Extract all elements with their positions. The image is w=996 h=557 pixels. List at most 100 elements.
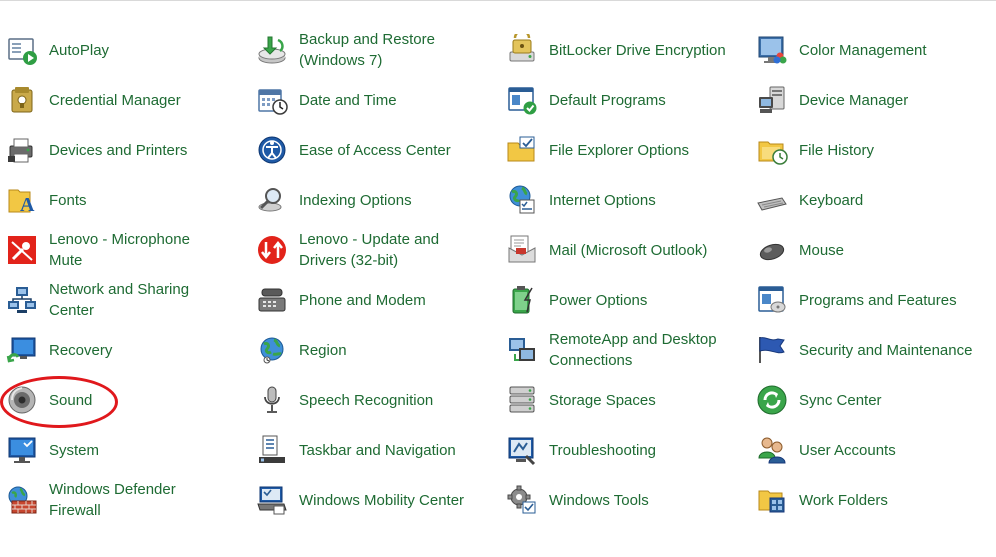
control-panel-item-lenovo-microphone-mute[interactable]: Lenovo - Microphone Mute: [0, 225, 250, 275]
control-panel-item-sync-center[interactable]: Sync Center: [750, 375, 996, 425]
control-panel-item-label[interactable]: File History: [799, 125, 994, 175]
control-panel-item-internet-options[interactable]: Internet Options: [500, 175, 750, 225]
control-panel-item-label[interactable]: BitLocker Drive Encryption: [549, 25, 744, 75]
control-panel-item-region[interactable]: Region: [250, 325, 500, 375]
control-panel-item-power-options[interactable]: Power Options: [500, 275, 750, 325]
control-panel-item-label[interactable]: Network and Sharing Center: [49, 275, 244, 325]
control-panel-item-mouse[interactable]: Mouse: [750, 225, 996, 275]
network-sharing-icon: [6, 284, 38, 316]
control-panel-item-troubleshooting[interactable]: Troubleshooting: [500, 425, 750, 475]
fonts-icon: A: [6, 184, 38, 216]
control-panel-item-label[interactable]: Mouse: [799, 225, 994, 275]
control-panel-item-label[interactable]: Power Options: [549, 275, 744, 325]
control-panel-item-remoteapp-and-desktop-connections[interactable]: RemoteApp and Desktop Connections: [500, 325, 750, 375]
control-panel-item-label[interactable]: Date and Time: [299, 75, 494, 125]
control-panel-item-label[interactable]: Security and Maintenance: [799, 325, 994, 375]
control-panel-item-label[interactable]: Speech Recognition: [299, 375, 494, 425]
control-panel-item-label[interactable]: Taskbar and Navigation: [299, 425, 494, 475]
device-manager-icon: [756, 84, 788, 116]
control-panel-item-network-and-sharing-center[interactable]: Network and Sharing Center: [0, 275, 250, 325]
control-panel-item-color-management[interactable]: Color Management: [750, 25, 996, 75]
control-panel-item-keyboard[interactable]: Keyboard: [750, 175, 996, 225]
control-panel-item-label[interactable]: Credential Manager: [49, 75, 244, 125]
power-options-icon: [506, 284, 538, 316]
control-panel-item-devices-and-printers[interactable]: Devices and Printers: [0, 125, 250, 175]
speech-recognition-icon: [256, 384, 288, 416]
control-panel-item-label[interactable]: Mail (Microsoft Outlook): [549, 225, 744, 275]
backup-restore-icon: [256, 34, 288, 66]
control-panel-item-work-folders[interactable]: Work Folders: [750, 475, 996, 525]
region-icon: [256, 334, 288, 366]
control-panel-item-label[interactable]: Ease of Access Center: [299, 125, 494, 175]
control-panel-item-label[interactable]: Fonts: [49, 175, 244, 225]
control-panel-item-fonts[interactable]: A Fonts: [0, 175, 250, 225]
control-panel-item-phone-and-modem[interactable]: Phone and Modem: [250, 275, 500, 325]
control-panel-item-file-explorer-options[interactable]: File Explorer Options: [500, 125, 750, 175]
control-panel-item-recovery[interactable]: Recovery: [0, 325, 250, 375]
control-panel-item-label[interactable]: Storage Spaces: [549, 375, 744, 425]
control-panel-item-indexing-options[interactable]: Indexing Options: [250, 175, 500, 225]
control-panel-item-label[interactable]: Backup and Restore (Windows 7): [299, 25, 494, 75]
control-panel-item-taskbar-and-navigation[interactable]: Taskbar and Navigation: [250, 425, 500, 475]
control-panel-item-sound[interactable]: Sound: [0, 375, 250, 425]
control-panel-item-speech-recognition[interactable]: Speech Recognition: [250, 375, 500, 425]
control-panel-item-label[interactable]: File Explorer Options: [549, 125, 744, 175]
control-panel-item-windows-defender-firewall[interactable]: Windows Defender Firewall: [0, 475, 250, 525]
control-panel-item-lenovo-update-and-drivers-32-bit[interactable]: Lenovo - Update and Drivers (32-bit): [250, 225, 500, 275]
control-panel-item-label[interactable]: Indexing Options: [299, 175, 494, 225]
security-maintenance-icon: [756, 334, 788, 366]
control-panel-item-label[interactable]: System: [49, 425, 244, 475]
control-panel-item-label[interactable]: Windows Defender Firewall: [49, 475, 244, 525]
recovery-icon: [6, 334, 38, 366]
control-panel-item-label[interactable]: RemoteApp and Desktop Connections: [549, 325, 744, 375]
control-panel-item-file-history[interactable]: File History: [750, 125, 996, 175]
sound-icon: [6, 384, 38, 416]
control-panel-item-autoplay[interactable]: AutoPlay: [0, 25, 250, 75]
control-panel-item-label[interactable]: Region: [299, 325, 494, 375]
color-management-icon: [756, 34, 788, 66]
control-panel-item-windows-tools[interactable]: Windows Tools: [500, 475, 750, 525]
control-panel-item-label[interactable]: Phone and Modem: [299, 275, 494, 325]
control-panel-item-label[interactable]: Device Manager: [799, 75, 994, 125]
control-panel-item-label[interactable]: Lenovo - Update and Drivers (32-bit): [299, 225, 494, 275]
control-panel-item-security-and-maintenance[interactable]: Security and Maintenance: [750, 325, 996, 375]
control-panel-item-backup-and-restore-windows-7[interactable]: Backup and Restore (Windows 7): [250, 25, 500, 75]
control-panel-item-label[interactable]: Lenovo - Microphone Mute: [49, 225, 244, 275]
control-panel-item-label[interactable]: AutoPlay: [49, 25, 244, 75]
control-panel-item-label[interactable]: Default Programs: [549, 75, 744, 125]
control-panel-item-date-and-time[interactable]: Date and Time: [250, 75, 500, 125]
troubleshooting-icon: [506, 434, 538, 466]
control-panel-item-label[interactable]: Internet Options: [549, 175, 744, 225]
control-panel-item-label[interactable]: Sync Center: [799, 375, 994, 425]
internet-options-icon: [506, 184, 538, 216]
control-panel-item-programs-and-features[interactable]: Programs and Features: [750, 275, 996, 325]
control-panel-item-windows-mobility-center[interactable]: Windows Mobility Center: [250, 475, 500, 525]
control-panel-item-default-programs[interactable]: Default Programs: [500, 75, 750, 125]
bitlocker-icon: [506, 34, 538, 66]
storage-spaces-icon: [506, 384, 538, 416]
control-panel-item-storage-spaces[interactable]: Storage Spaces: [500, 375, 750, 425]
control-panel-item-label[interactable]: Windows Tools: [549, 475, 744, 525]
control-panel-item-label[interactable]: Devices and Printers: [49, 125, 244, 175]
file-explorer-options-icon: [506, 134, 538, 166]
autoplay-icon: [6, 34, 38, 66]
control-panel-item-system[interactable]: System: [0, 425, 250, 475]
control-panel-item-label[interactable]: User Accounts: [799, 425, 994, 475]
control-panel-item-label[interactable]: Color Management: [799, 25, 994, 75]
keyboard-icon: [756, 184, 788, 216]
control-panel-item-device-manager[interactable]: Device Manager: [750, 75, 996, 125]
control-panel-item-ease-of-access-center[interactable]: Ease of Access Center: [250, 125, 500, 175]
control-panel-item-label[interactable]: Work Folders: [799, 475, 994, 525]
control-panel-item-bitlocker-drive-encryption[interactable]: BitLocker Drive Encryption: [500, 25, 750, 75]
control-panel-item-label[interactable]: Recovery: [49, 325, 244, 375]
phone-modem-icon: [256, 284, 288, 316]
control-panel-item-label[interactable]: Programs and Features: [799, 275, 994, 325]
control-panel-item-user-accounts[interactable]: User Accounts: [750, 425, 996, 475]
control-panel-item-label[interactable]: Troubleshooting: [549, 425, 744, 475]
control-panel-item-label[interactable]: Sound: [49, 375, 244, 425]
programs-features-icon: [756, 284, 788, 316]
control-panel-item-mail-microsoft-outlook[interactable]: Mail (Microsoft Outlook): [500, 225, 750, 275]
control-panel-item-credential-manager[interactable]: Credential Manager: [0, 75, 250, 125]
control-panel-item-label[interactable]: Windows Mobility Center: [299, 475, 494, 525]
control-panel-item-label[interactable]: Keyboard: [799, 175, 994, 225]
